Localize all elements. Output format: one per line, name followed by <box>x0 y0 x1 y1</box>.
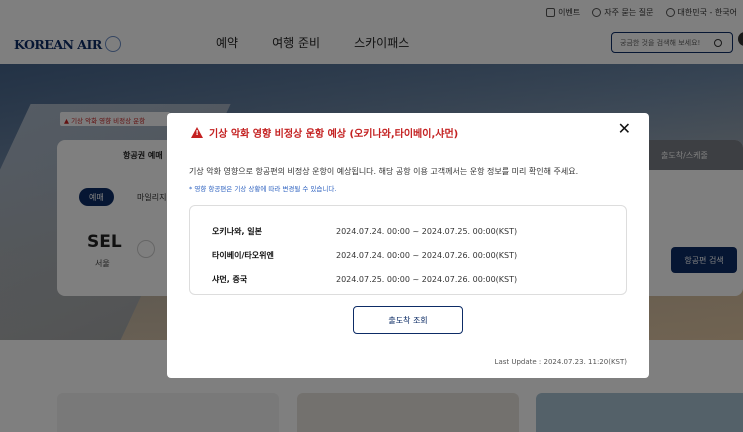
affected-airports-box: 오키나와, 일본 2024.07.24. 00:00 ~ 2024.07.25.… <box>189 205 627 295</box>
list-item: 오키나와, 일본 2024.07.24. 00:00 ~ 2024.07.25.… <box>212 219 626 243</box>
location-name: 샤먼, 중국 <box>212 274 248 284</box>
modal-note: * 영향 항공편은 기상 상황에 따라 변경될 수 있습니다. <box>189 185 337 193</box>
close-icon[interactable]: ✕ <box>618 119 631 138</box>
location-name: 오키나와, 일본 <box>212 226 262 236</box>
modal-description: 기상 악화 영향으로 항공편의 비정상 운항이 예상됩니다. 해당 공항 이용 … <box>189 167 579 176</box>
location-name: 타이베이/타오위엔 <box>212 250 274 260</box>
modal-title: 기상 악화 영향 비정상 운항 예상 (오키나와,타이베이,샤먼) <box>191 125 458 140</box>
weather-alert-modal: 기상 악화 영향 비정상 운항 예상 (오키나와,타이베이,샤먼) ✕ 기상 악… <box>167 113 649 378</box>
flight-status-lookup-button[interactable]: 출도착 조회 <box>353 306 463 334</box>
warning-icon <box>191 127 203 138</box>
list-item: 타이베이/타오위엔 2024.07.24. 00:00 ~ 2024.07.26… <box>212 243 626 267</box>
affected-period: 2024.07.24. 00:00 ~ 2024.07.25. 00:00(KS… <box>336 226 518 236</box>
affected-period: 2024.07.24. 00:00 ~ 2024.07.26. 00:00(KS… <box>336 250 518 260</box>
list-item: 샤먼, 중국 2024.07.25. 00:00 ~ 2024.07.26. 0… <box>212 267 626 291</box>
modal-title-text: 기상 악화 영향 비정상 운항 예상 (오키나와,타이베이,샤먼) <box>209 129 459 140</box>
affected-period: 2024.07.25. 00:00 ~ 2024.07.26. 00:00(KS… <box>336 274 518 284</box>
last-update-text: Last Update : 2024.07.23. 11:20(KST) <box>494 358 627 366</box>
